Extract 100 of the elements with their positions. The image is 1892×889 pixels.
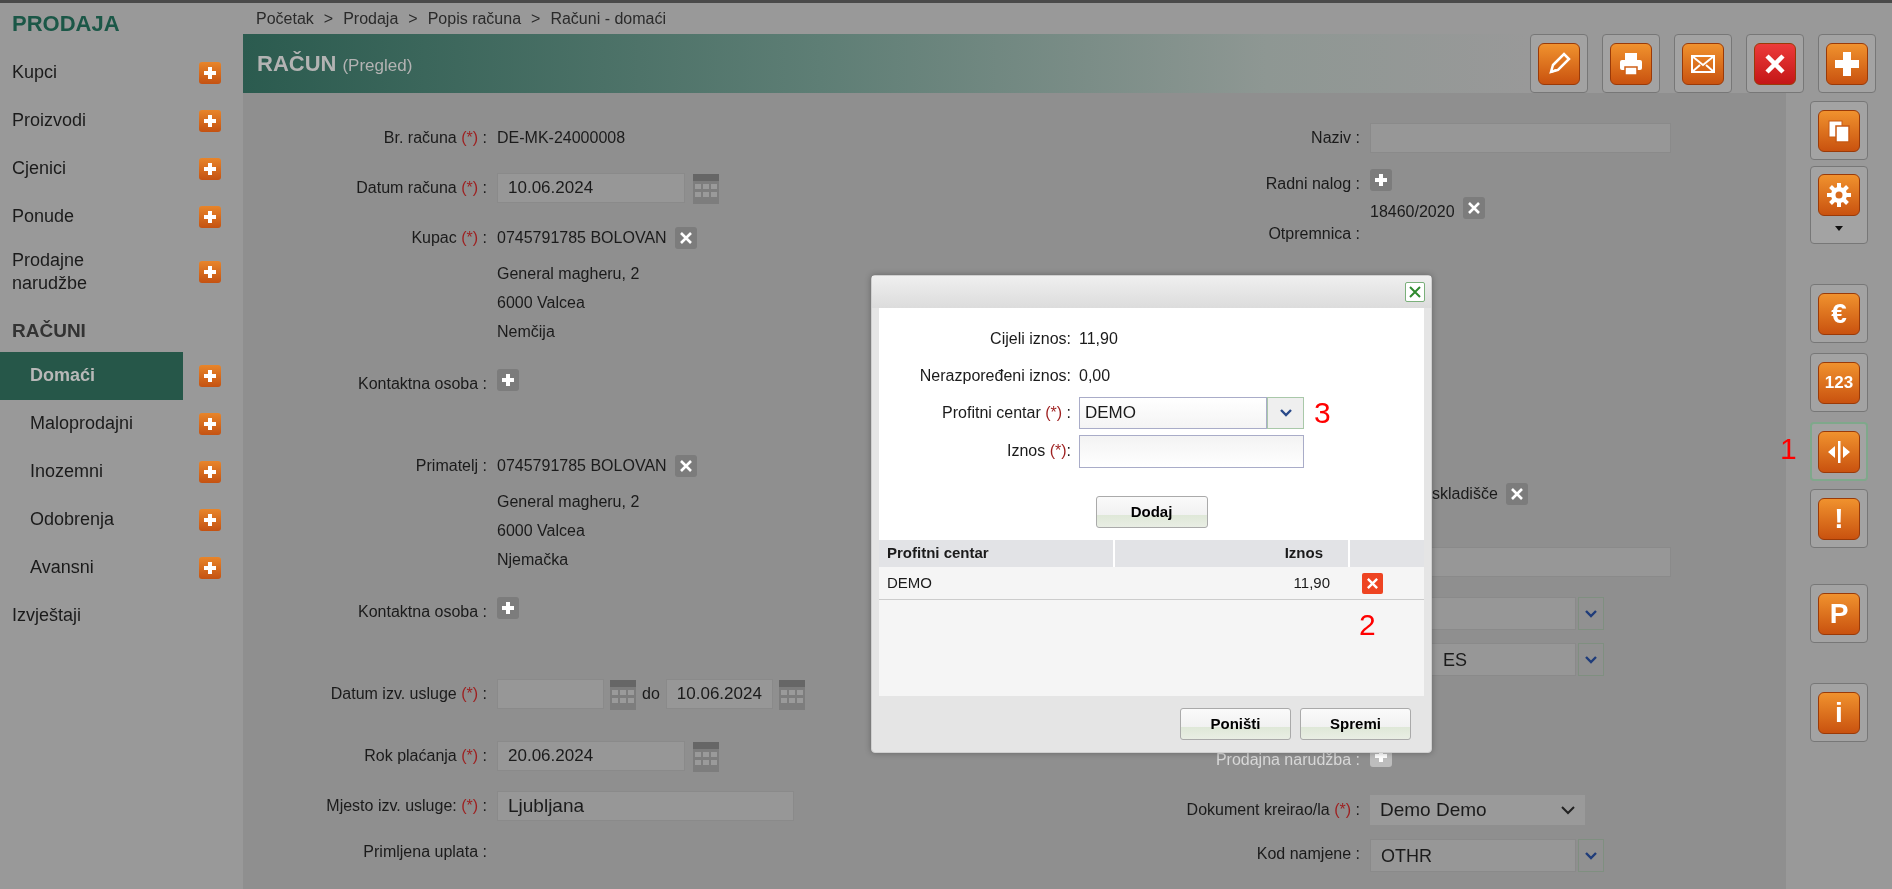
remove-icon[interactable] xyxy=(674,455,697,477)
add-icon[interactable] xyxy=(1370,169,1392,191)
required-mark: (*) xyxy=(461,797,479,814)
select-value: Demo Demo xyxy=(1380,798,1487,822)
settings-button[interactable] xyxy=(1810,166,1868,244)
tool-button[interactable]: € xyxy=(1810,284,1868,343)
address-line: General magheru, 2 xyxy=(497,264,641,284)
calendar-icon[interactable] xyxy=(778,679,805,709)
required-mark: (*) xyxy=(461,229,479,246)
delete-button[interactable] xyxy=(1746,34,1804,93)
add-icon[interactable] xyxy=(199,556,221,579)
sidebar-item[interactable]: Kupci xyxy=(0,59,70,87)
label-colon: : xyxy=(482,747,487,764)
label-colon: : xyxy=(1355,225,1360,242)
remove-icon[interactable] xyxy=(1505,483,1528,505)
print-button[interactable] xyxy=(1602,34,1660,93)
breadcrumb-link[interactable]: Popis računa xyxy=(427,6,522,31)
sidebar-item[interactable]: Cjenici xyxy=(0,155,79,183)
split-button[interactable] xyxy=(1810,422,1868,481)
label-colon: : xyxy=(482,375,487,392)
address-line: General magheru, 2 xyxy=(497,492,641,512)
remove-icon[interactable] xyxy=(674,227,697,249)
calendar-icon[interactable] xyxy=(693,173,719,203)
sidebar-item[interactable]: Maloprodajni xyxy=(0,409,146,438)
amount-field[interactable] xyxy=(1079,434,1304,468)
breadcrumb-link[interactable]: Računi - domaći xyxy=(550,6,666,31)
field-value: 0745791785 BOLOVAN xyxy=(497,456,667,476)
add-icon[interactable] xyxy=(199,460,221,483)
date-field[interactable]: 20.06.2024 xyxy=(497,741,685,771)
add-button[interactable]: Dodaj xyxy=(1095,496,1208,528)
select-field[interactable]: DEMO xyxy=(1079,397,1267,429)
add-button[interactable] xyxy=(1818,34,1876,93)
select-field[interactable]: OTHR xyxy=(1370,839,1576,872)
label-colon: : xyxy=(1355,175,1360,192)
dialog-button[interactable]: Spremi xyxy=(1300,708,1411,740)
text-field[interactable]: Ljubljana xyxy=(497,791,794,821)
date-field[interactable]: 10.06.2024 xyxy=(497,173,685,203)
field-value: 0745791785 BOLOVAN xyxy=(497,228,667,248)
tool-button[interactable]: 123 xyxy=(1810,353,1868,412)
label-colon: : xyxy=(1065,404,1071,421)
breadcrumb-link[interactable]: Početak xyxy=(256,6,314,31)
select-field[interactable]: Demo Demo xyxy=(1370,795,1585,825)
label-colon: : xyxy=(1355,129,1360,146)
label-colon: : xyxy=(1066,442,1071,459)
field-label: Kontaktna osoba xyxy=(358,375,479,392)
breadcrumb-link[interactable]: Prodaja xyxy=(343,6,399,31)
remove-icon[interactable] xyxy=(1462,197,1485,219)
section-heading: RAČUNI xyxy=(11,319,87,343)
close-button[interactable] xyxy=(1405,282,1425,302)
calendar-icon[interactable] xyxy=(610,679,636,709)
label-colon: : xyxy=(1355,845,1360,862)
sidebar-item[interactable]: Izvještaji xyxy=(0,601,94,630)
label-colon: : xyxy=(1355,751,1360,768)
section-title: PRODAJA xyxy=(11,10,121,38)
add-icon[interactable] xyxy=(199,261,221,283)
add-icon[interactable] xyxy=(199,62,221,84)
add-icon[interactable] xyxy=(199,364,221,387)
tool-button[interactable]: i xyxy=(1810,683,1868,742)
field-label: Nerazpoređeni iznos: xyxy=(918,365,1072,386)
label-colon: : xyxy=(482,179,487,196)
tool-button[interactable]: ! xyxy=(1810,489,1868,548)
add-icon[interactable] xyxy=(199,508,221,531)
range-separator: do xyxy=(642,684,660,704)
label-colon: : xyxy=(482,457,487,474)
sidebar-item[interactable]: Domaći xyxy=(0,351,183,400)
field-label: Kontaktna osoba xyxy=(358,603,479,620)
tool-button[interactable]: P xyxy=(1810,584,1868,643)
field-label: Datum računa xyxy=(356,179,457,196)
sidebar-item[interactable]: Inozemni xyxy=(0,457,116,486)
dialog-button[interactable]: Poništi xyxy=(1180,708,1291,740)
sidebar-item[interactable]: Avansni xyxy=(0,553,106,582)
add-icon[interactable] xyxy=(497,369,519,391)
sidebar-item[interactable]: Ponude xyxy=(0,203,87,231)
annotation-number: 2 xyxy=(1359,610,1376,640)
label-colon: : xyxy=(482,229,487,246)
required-mark: (*) xyxy=(461,129,479,146)
field-value: DE-MK-24000008 xyxy=(497,128,626,148)
address-line: 6000 Valcea xyxy=(497,293,586,313)
add-icon[interactable] xyxy=(199,412,221,435)
calendar-icon[interactable] xyxy=(693,741,719,771)
gear-icon xyxy=(1824,180,1854,210)
field-label: Cijeli iznos: xyxy=(989,328,1072,349)
label-colon: : xyxy=(1355,801,1360,818)
label-colon: : xyxy=(482,603,487,620)
breadcrumb-separator: > xyxy=(531,8,541,29)
field-value: 11,90 xyxy=(1079,328,1118,349)
email-button[interactable] xyxy=(1674,34,1732,93)
add-icon[interactable] xyxy=(199,206,221,228)
delete-icon[interactable] xyxy=(1362,572,1383,594)
date-field[interactable]: 10.06.2024 xyxy=(665,679,773,709)
copy-button[interactable] xyxy=(1810,101,1868,160)
edit-button[interactable] xyxy=(1530,34,1588,93)
sidebar-item[interactable]: Odobrenja xyxy=(0,505,127,534)
field-label: Primljena uplata xyxy=(363,843,479,860)
required-mark: (*) xyxy=(1049,442,1067,459)
add-icon[interactable] xyxy=(199,158,221,180)
sidebar-item[interactable]: Prodajne narudžbe xyxy=(0,246,120,298)
add-icon[interactable] xyxy=(497,597,519,619)
add-icon[interactable] xyxy=(199,110,221,132)
sidebar-item[interactable]: Proizvodi xyxy=(0,107,99,135)
